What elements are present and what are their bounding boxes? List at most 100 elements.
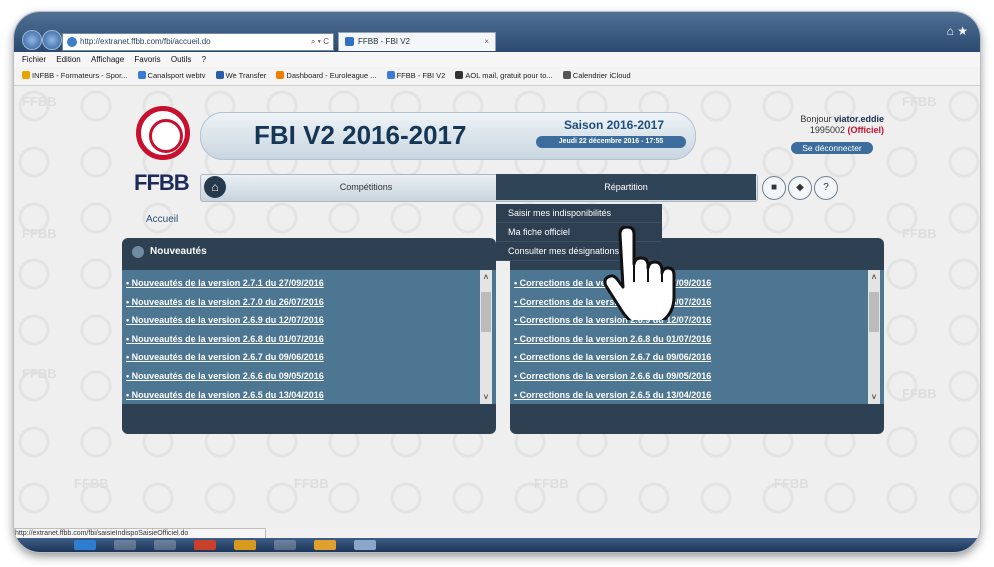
news-link[interactable]: Nouveautés de la version 2.6.8 du 01/07/… xyxy=(126,330,496,349)
menu-fichier[interactable]: Fichier xyxy=(22,55,46,64)
favorites-star-icon xyxy=(22,71,30,79)
watermark: FFBB xyxy=(74,476,109,491)
messages-icon[interactable]: ■ xyxy=(762,176,786,200)
address-controls[interactable]: ⌕ ▾ C xyxy=(311,34,329,50)
home-icon[interactable]: ⌂ xyxy=(204,176,226,198)
watermark: FFBB xyxy=(22,366,57,381)
corrections-panel: Corrections de la version 2.7.1 du 27/09… xyxy=(510,238,884,434)
ie-icon xyxy=(137,71,146,79)
start-button[interactable] xyxy=(74,540,96,550)
news-link[interactable]: Nouveautés de la version 2.6.5 du 13/04/… xyxy=(126,386,496,405)
menu-bar: Fichier Edition Affichage Favoris Outils… xyxy=(14,52,980,67)
watermark: FFBB xyxy=(902,94,937,109)
user-greeting: Bonjour viator.eddie 1995002 (Officiel) xyxy=(800,114,884,136)
watermark: FFBB xyxy=(774,476,809,491)
taskbar-app[interactable] xyxy=(194,540,216,550)
browser-titlebar: http://extranet.ffbb.com/fbi/accueil.do … xyxy=(14,12,980,52)
nav-competitions[interactable]: Compétitions xyxy=(228,174,504,200)
scroll-down-icon[interactable]: ˅ xyxy=(480,392,492,402)
user-role: (Officiel) xyxy=(847,125,884,135)
menu-item-saisir-indisponibilites[interactable]: Saisir mes indisponibilités xyxy=(496,204,662,223)
euroleague-icon xyxy=(276,71,285,79)
correction-link[interactable]: Corrections de la version 2.6.7 du 09/06… xyxy=(514,348,884,367)
date-badge: Jeudi 22 décembre 2016 - 17:55 xyxy=(536,136,686,148)
scroll-down-icon[interactable]: ˅ xyxy=(868,392,880,402)
tag-icon[interactable]: ◆ xyxy=(788,176,812,200)
season-label: Saison 2016-2017 xyxy=(563,118,665,132)
favorites-bar: INFBB - Formateurs - Spor... Canalsport … xyxy=(14,67,980,86)
scroll-thumb[interactable] xyxy=(481,292,491,332)
menu-favoris[interactable]: Favoris xyxy=(134,55,160,64)
nav-repartition[interactable]: Répartition xyxy=(496,174,756,200)
hand-cursor-icon xyxy=(603,226,676,320)
watermark: FFBB xyxy=(902,226,937,241)
menu-outils[interactable]: Outils xyxy=(171,55,191,64)
help-icon[interactable]: ? xyxy=(814,176,838,200)
correction-link[interactable]: Corrections de la version 2.6.9 du 12/07… xyxy=(514,311,884,330)
watermark: FFBB xyxy=(294,476,329,491)
fav-wetransfer[interactable]: We Transfer xyxy=(215,71,266,80)
forward-button[interactable] xyxy=(42,30,62,50)
web-page: FFBB FFBB FFBB FFBB FFBB FFBB FFBB FFBB … xyxy=(14,86,980,528)
browser-window: http://extranet.ffbb.com/fbi/accueil.do … xyxy=(14,12,980,552)
address-bar[interactable]: http://extranet.ffbb.com/fbi/accueil.do … xyxy=(62,33,334,51)
menu-edition[interactable]: Edition xyxy=(56,55,80,64)
taskbar xyxy=(14,538,980,552)
user-id: 1995002 xyxy=(809,125,845,135)
news-list: Nouveautés de la version 2.7.1 du 27/09/… xyxy=(122,270,496,404)
correction-link[interactable]: Corrections de la version 2.7.0 du 26/07… xyxy=(514,293,884,312)
scroll-up-icon[interactable]: ˄ xyxy=(868,272,880,282)
wetransfer-icon xyxy=(215,71,224,79)
fav-ffbb[interactable]: FFBB - FBI V2 xyxy=(386,71,445,80)
correction-link[interactable]: Corrections de la version 2.6.5 du 13/04… xyxy=(514,386,884,405)
fav-infbb[interactable]: INFBB - Formateurs - Spor... xyxy=(22,71,127,80)
news-link[interactable]: Nouveautés de la version 2.6.9 du 12/07/… xyxy=(126,311,496,330)
watermark: FFBB xyxy=(22,226,57,241)
correction-link[interactable]: Corrections de la version 2.6.8 du 01/07… xyxy=(514,330,884,349)
page-icon xyxy=(67,37,77,47)
ffbb-logo xyxy=(136,106,190,160)
news-panel-title: Nouveautés xyxy=(122,238,496,266)
correction-link[interactable]: Corrections de la version 2.7.1 du 27/09… xyxy=(514,274,884,293)
scroll-thumb[interactable] xyxy=(869,292,879,332)
taskbar-app[interactable] xyxy=(234,540,256,550)
logout-button[interactable]: Se déconnecter xyxy=(791,142,873,154)
news-scrollbar[interactable]: ˄ ˅ xyxy=(480,270,492,404)
news-link[interactable]: Nouveautés de la version 2.7.1 du 27/09/… xyxy=(126,274,496,293)
back-button[interactable] xyxy=(22,30,42,50)
watermark: FFBB xyxy=(534,476,569,491)
taskbar-app[interactable] xyxy=(274,540,296,550)
username: viator.eddie xyxy=(833,114,884,124)
fav-euroleague[interactable]: Dashboard - Euroleague ... xyxy=(276,71,376,80)
breadcrumb[interactable]: Accueil xyxy=(146,214,178,225)
home-star-icons[interactable]: ⌂ ★ xyxy=(947,24,968,38)
correction-link[interactable]: Corrections de la version 2.6.6 du 09/05… xyxy=(514,367,884,386)
apple-icon xyxy=(562,71,571,79)
scroll-up-icon[interactable]: ˄ xyxy=(480,272,492,282)
taskbar-app[interactable] xyxy=(354,540,376,550)
taskbar-app[interactable] xyxy=(154,540,176,550)
taskbar-app[interactable] xyxy=(114,540,136,550)
tab-title: FFBB - FBI V2 xyxy=(358,37,411,46)
tab-favicon-icon xyxy=(345,37,354,46)
news-link[interactable]: Nouveautés de la version 2.7.0 du 26/07/… xyxy=(126,293,496,312)
browser-tab[interactable]: FFBB - FBI V2 × xyxy=(338,32,496,51)
address-text: http://extranet.ffbb.com/fbi/accueil.do xyxy=(80,37,211,46)
close-tab-icon[interactable]: × xyxy=(484,33,489,51)
news-link[interactable]: Nouveautés de la version 2.6.7 du 09/06/… xyxy=(126,348,496,367)
corrections-list: Corrections de la version 2.7.1 du 27/09… xyxy=(510,270,884,404)
fav-canalsport[interactable]: Canalsport webtv xyxy=(137,71,206,80)
fav-aol[interactable]: AOL mail, gratuit pour to... xyxy=(455,71,553,80)
menu-affichage[interactable]: Affichage xyxy=(91,55,124,64)
taskbar-app[interactable] xyxy=(314,540,336,550)
corrections-scrollbar[interactable]: ˄ ˅ xyxy=(868,270,880,404)
news-link[interactable]: Nouveautés de la version 2.6.6 du 09/05/… xyxy=(126,367,496,386)
watermark: FFBB xyxy=(22,94,57,109)
page-title: FBI V2 2016-2017 xyxy=(254,120,467,150)
ie-icon xyxy=(386,71,395,79)
menu-help[interactable]: ? xyxy=(202,55,206,64)
fav-icloud[interactable]: Calendrier iCloud xyxy=(562,71,631,80)
watermark: FFBB xyxy=(902,386,937,401)
news-panel: Nouveautés Nouveautés de la version 2.7.… xyxy=(122,238,496,434)
greeting-text: Bonjour xyxy=(800,114,832,124)
